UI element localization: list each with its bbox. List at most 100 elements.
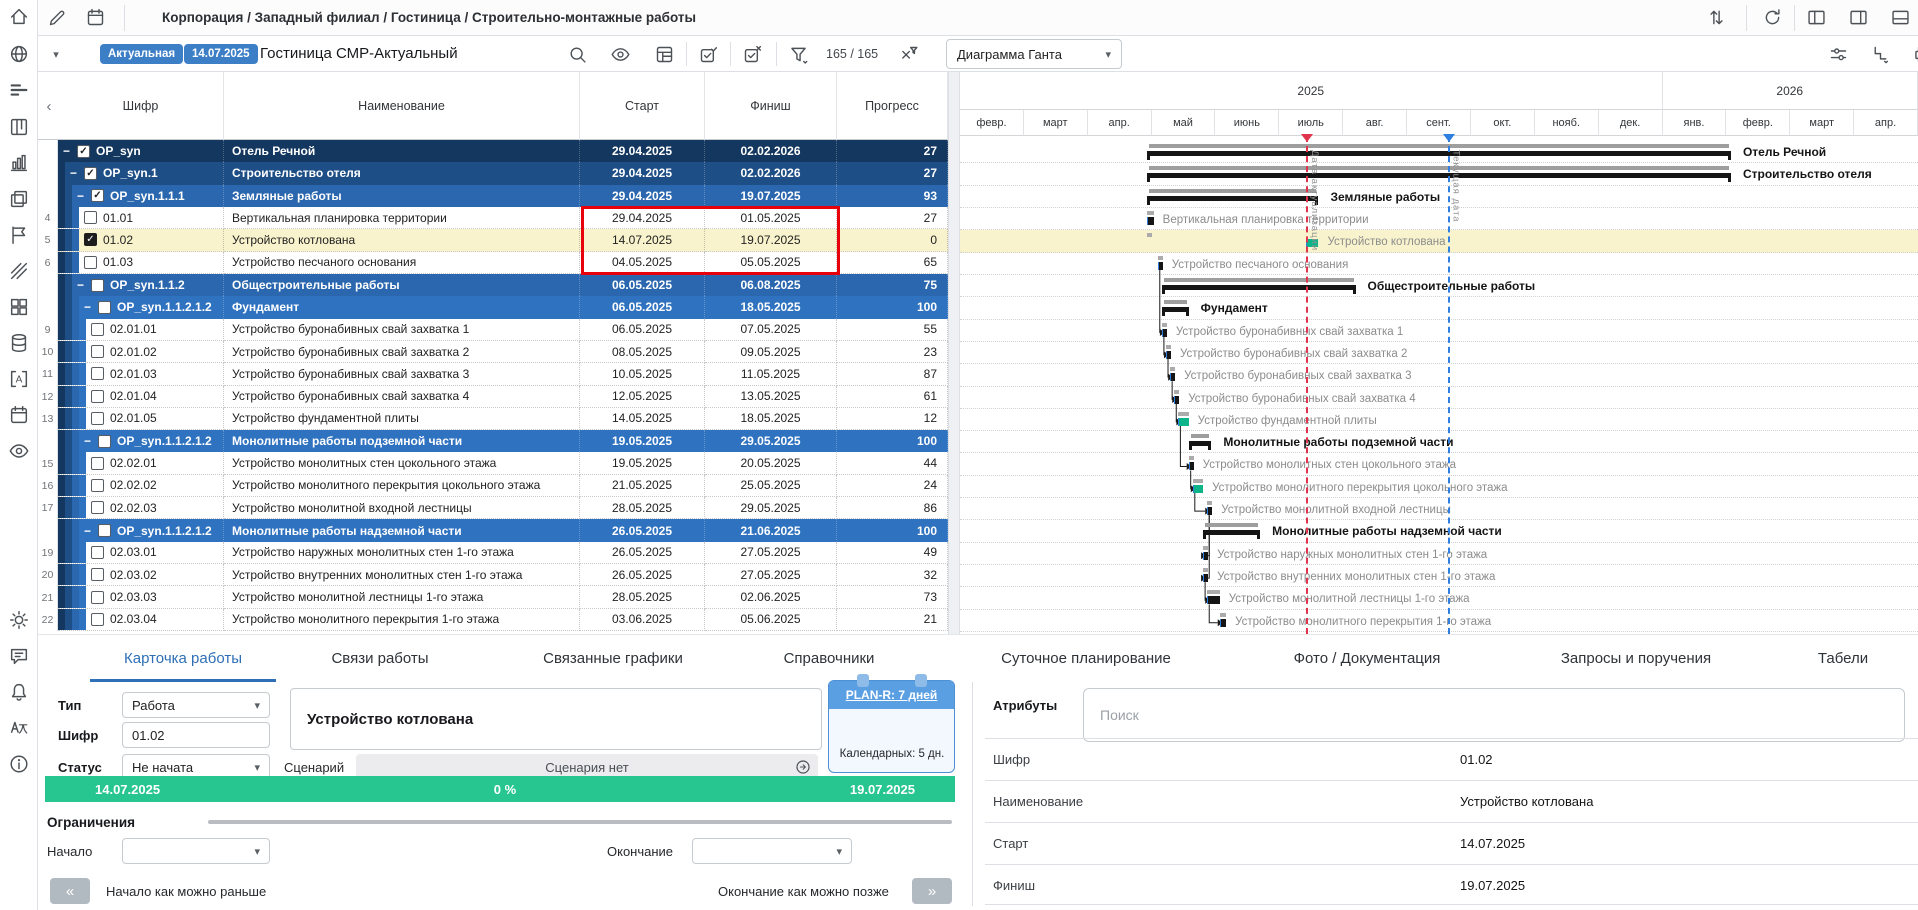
rail-item-language[interactable] [0, 711, 37, 745]
breadcrumb[interactable]: Корпорация / Западный филиал / Гостиница… [162, 0, 696, 35]
gantt-task-bar[interactable] [1166, 351, 1171, 359]
row-checkbox[interactable] [91, 367, 104, 380]
layout-right-button[interactable] [1844, 4, 1872, 30]
table-row[interactable]: 902.01.01Устройство буронабивных свай за… [38, 319, 948, 341]
table-row[interactable]: 1302.01.05Устройство фундаментной плиты1… [38, 408, 948, 430]
collapse-node-icon[interactable]: − [82, 524, 93, 538]
filter-button[interactable] [784, 41, 812, 67]
table-row[interactable]: 7−OP_syn.1.1.2Общестроительные работы06.… [38, 274, 948, 296]
constraint-end-select[interactable]: ▾ [692, 838, 852, 864]
gantt-task-bar[interactable] [1178, 418, 1188, 426]
table-row[interactable]: 1602.02.02Устройство монолитного перекры… [38, 475, 948, 497]
rail-item-home[interactable] [0, 0, 37, 34]
gantt-summary-bar[interactable] [1203, 530, 1260, 535]
collapse-node-icon[interactable]: − [75, 278, 86, 292]
rail-item-gantt-list[interactable] [0, 73, 37, 107]
collapse-node-icon[interactable]: − [82, 434, 93, 448]
table-row[interactable]: 401.01Вертикальная планировка территории… [38, 207, 948, 229]
constraint-start-select[interactable]: ▾ [122, 838, 270, 864]
type-select[interactable]: Работа▾ [122, 692, 270, 718]
collapse-node-icon[interactable]: − [75, 189, 86, 203]
table-row[interactable]: 2202.03.04Устройство монолитного перекры… [38, 609, 948, 631]
gantt-summary-bar[interactable] [1162, 307, 1189, 312]
row-checkbox[interactable] [91, 390, 104, 403]
attributes-search-input[interactable] [1083, 688, 1905, 742]
rail-item-calendar[interactable] [0, 398, 37, 432]
rail-item-comments[interactable] [0, 639, 37, 673]
collapse-node-icon[interactable]: − [68, 166, 79, 180]
table-row[interactable]: 5✓01.02Устройство котлована14.07.202519.… [38, 229, 948, 251]
swap-button[interactable] [1702, 4, 1730, 30]
column-header-1[interactable]: Наименование [224, 72, 580, 140]
column-header-3[interactable]: Финиш [705, 72, 837, 140]
column-header-0[interactable]: Шифр [58, 72, 224, 140]
view-select[interactable]: Диаграмма Ганта▾ [946, 39, 1122, 69]
row-checkbox[interactable] [91, 345, 104, 358]
gantt-task-bar[interactable] [1170, 373, 1175, 381]
panel-button[interactable] [650, 41, 678, 67]
calendar-button[interactable] [81, 4, 109, 30]
rail-item-layers[interactable] [0, 182, 37, 216]
column-header-4[interactable]: Прогресс [837, 72, 948, 140]
rail-item-notifications[interactable] [0, 675, 37, 709]
tab-4[interactable]: Справочники [750, 635, 909, 682]
rail-item-info[interactable] [0, 747, 37, 781]
row-checkbox[interactable] [91, 591, 104, 604]
gantt-task-bar[interactable] [1207, 596, 1219, 604]
pencil-button[interactable] [43, 4, 71, 30]
shift-earlier-button[interactable]: « [50, 878, 90, 904]
unselect-check-button[interactable] [738, 41, 766, 67]
table-row[interactable]: 1002.01.02Устройство буронабивных свай з… [38, 341, 948, 363]
gantt-summary-bar[interactable] [1162, 285, 1356, 290]
tab-3[interactable]: Связанные графики [509, 635, 717, 682]
rail-item-grid[interactable] [0, 290, 37, 324]
rail-item-hatch[interactable] [0, 254, 37, 288]
row-checkbox[interactable] [98, 301, 111, 314]
row-checkbox[interactable] [91, 457, 104, 470]
work-name-field[interactable]: Устройство котлована [290, 688, 822, 750]
link-lines-button[interactable] [1866, 41, 1894, 67]
row-checkbox[interactable]: ✓ [84, 167, 97, 180]
gantt-task-bar[interactable] [1174, 396, 1179, 404]
rail-item-bar-chart[interactable] [0, 146, 37, 180]
gantt-settings-button[interactable] [1824, 41, 1852, 67]
row-checkbox[interactable] [91, 412, 104, 425]
row-checkbox[interactable] [98, 435, 111, 448]
row-checkbox[interactable] [91, 568, 104, 581]
scenario-expand-icon[interactable] [794, 758, 812, 776]
visibility-button[interactable] [606, 41, 634, 67]
row-checkbox[interactable] [98, 524, 111, 537]
gantt-task-bar[interactable] [1162, 329, 1167, 337]
code-input[interactable]: 01.02 [122, 722, 270, 748]
table-row[interactable]: 8−OP_syn.1.1.2.1.2Фундамент06.05.202518.… [38, 296, 948, 318]
tree-expand-button[interactable]: ▾ [42, 41, 70, 67]
collapse-table-button[interactable]: ‹ [40, 96, 58, 116]
rail-item-eye[interactable] [0, 434, 37, 468]
row-checkbox[interactable] [91, 613, 104, 626]
plan-duration-link[interactable]: PLAN-R: 7 дней [846, 688, 938, 702]
print-button[interactable] [1908, 41, 1918, 67]
table-row[interactable]: 18−OP_syn.1.1.2.1.2Монолитные работы над… [38, 519, 948, 541]
rail-item-theme[interactable] [0, 603, 37, 637]
column-header-2[interactable]: Старт [580, 72, 705, 140]
table-row[interactable]: 1−✓OP_synОтель Речной29.04.202502.02.202… [38, 140, 948, 162]
rail-item-globe[interactable] [0, 37, 37, 71]
rail-item-database[interactable] [0, 326, 37, 360]
row-checkbox[interactable] [84, 211, 97, 224]
table-row[interactable]: 2002.03.02Устройство внутренних монолитн… [38, 564, 948, 586]
gantt-task-bar[interactable] [1203, 552, 1208, 560]
tab-8[interactable]: Табели [1784, 635, 1902, 682]
tab-5[interactable]: Суточное планирование [967, 635, 1205, 682]
row-checkbox[interactable] [91, 279, 104, 292]
rail-item-kanban[interactable] [0, 110, 37, 144]
table-row[interactable]: 1702.02.03Устройство монолитной входной … [38, 497, 948, 519]
row-checkbox[interactable] [91, 479, 104, 492]
row-checkbox[interactable]: ✓ [77, 145, 90, 158]
pane-splitter[interactable] [948, 36, 960, 634]
select-check-button[interactable] [694, 41, 722, 67]
gantt-task-bar[interactable] [1147, 217, 1153, 225]
table-row[interactable]: 601.03Устройство песчаного основания04.0… [38, 252, 948, 274]
gantt-task-bar[interactable] [1207, 507, 1212, 515]
row-checkbox[interactable] [91, 546, 104, 559]
tab-1[interactable]: Карточка работы [90, 635, 276, 682]
